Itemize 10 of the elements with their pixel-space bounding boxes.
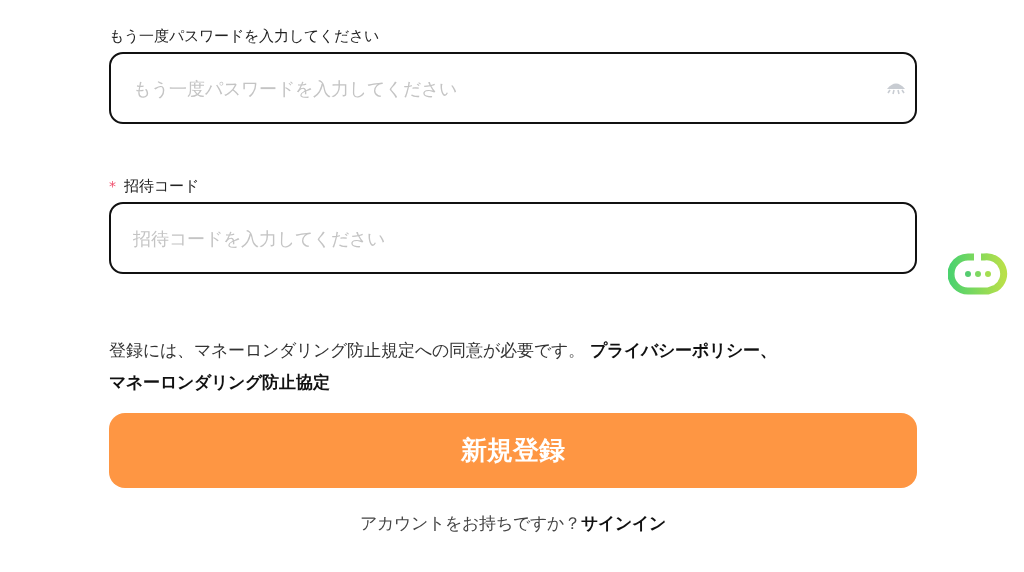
sign-in-link[interactable]: サインイン bbox=[581, 512, 666, 535]
chat-icon[interactable] bbox=[948, 252, 1008, 298]
required-mark: * bbox=[109, 178, 116, 194]
input-field[interactable]: 招待コードを入力してください bbox=[109, 202, 917, 274]
field-label: 招待コード bbox=[124, 176, 199, 196]
policy-link[interactable]: マネーロンダリング防止協定 bbox=[109, 372, 330, 392]
field-label: もう一度パスワードを入力してください bbox=[109, 26, 379, 46]
policy-link[interactable]: プライバシーポリシー、 bbox=[590, 340, 778, 360]
consent-text: 登録には、マネーロンダリング防止規定への同意が必要です。 プライバシーポリシー、 マネーロンダリング防止協定 bbox=[109, 339, 779, 394]
account-prompt: アカウントをお持ちですか？ bbox=[360, 512, 581, 535]
